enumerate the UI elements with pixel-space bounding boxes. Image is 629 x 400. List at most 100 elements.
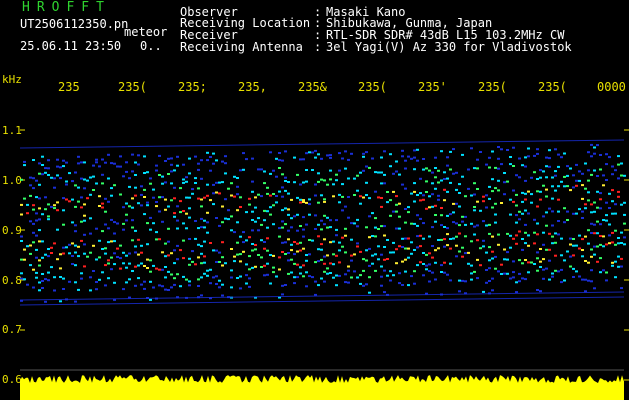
signal-pixel <box>374 226 377 229</box>
signal-pixel <box>554 174 557 177</box>
signal-pixel <box>65 198 68 201</box>
signal-pixel <box>137 163 140 166</box>
signal-pixel <box>347 216 350 219</box>
signal-pixel <box>215 283 218 285</box>
signal-pixel <box>467 187 470 190</box>
signal-pixel <box>80 220 83 223</box>
signal-pixel <box>89 232 92 235</box>
signal-pixel <box>149 280 152 283</box>
signal-pixel <box>266 226 269 229</box>
signal-pixel <box>521 212 524 215</box>
signal-pixel <box>332 195 335 198</box>
signal-pixel <box>47 218 50 221</box>
signal-pixel <box>338 152 341 155</box>
signal-pixel <box>200 294 203 297</box>
signal-pixel <box>416 159 419 162</box>
signal-pixel <box>35 234 38 237</box>
signal-pixel <box>575 212 578 215</box>
signal-pixel <box>113 252 116 255</box>
signal-pixel <box>437 247 440 250</box>
signal-pixel <box>287 208 290 211</box>
signal-pixel <box>98 205 101 207</box>
signal-pixel <box>302 247 305 250</box>
signal-pixel <box>566 250 569 253</box>
signal-pixel <box>509 163 512 166</box>
signal-pixel <box>20 258 23 261</box>
y-tick-0.7: 0.7 <box>2 323 22 336</box>
signal-pixel <box>404 187 407 190</box>
signal-pixel <box>491 277 494 280</box>
signal-pixel <box>143 213 146 216</box>
signal-pixel <box>509 234 512 237</box>
signal-pixel <box>398 227 401 230</box>
signal-pixel <box>137 277 140 280</box>
signal-pixel <box>413 222 416 225</box>
signal-pixel <box>281 209 284 212</box>
signal-pixel <box>422 168 425 171</box>
signal-pixel <box>542 277 545 280</box>
signal-pixel <box>200 205 203 208</box>
signal-pixel <box>248 277 251 280</box>
signal-pixel <box>35 179 38 182</box>
signal-pixel <box>452 221 455 224</box>
signal-pixel <box>584 203 587 206</box>
signal-pixel <box>524 242 527 245</box>
signal-pixel <box>227 209 230 212</box>
signal-pixel <box>305 180 308 183</box>
signal-pixel <box>392 210 395 213</box>
signal-pixel <box>449 168 452 171</box>
signal-pixel <box>29 194 32 197</box>
signal-pixel <box>488 259 491 262</box>
signal-pixel <box>263 219 266 222</box>
signal-pixel <box>197 168 200 171</box>
signal-pixel <box>197 187 200 190</box>
signal-pixel <box>269 213 272 216</box>
signal-pixel <box>578 275 581 278</box>
signal-pixel <box>89 251 92 254</box>
signal-pixel <box>605 271 608 274</box>
signal-pixel <box>53 242 56 245</box>
signal-pixel <box>47 215 50 218</box>
signal-pixel <box>347 281 350 284</box>
signal-pixel <box>569 265 572 268</box>
signal-pixel <box>341 245 344 248</box>
signal-pixel <box>515 234 518 237</box>
signal-pixel <box>434 187 437 190</box>
signal-pixel <box>170 252 173 255</box>
signal-pixel <box>512 276 515 279</box>
signal-pixel <box>113 232 116 235</box>
signal-pixel <box>530 201 533 204</box>
signal-pixel <box>356 189 359 192</box>
signal-pixel <box>320 228 323 231</box>
signal-pixel <box>41 213 44 216</box>
signal-pixel <box>548 232 551 235</box>
signal-pixel <box>308 151 311 154</box>
signal-pixel <box>479 209 482 212</box>
signal-pixel <box>515 281 518 284</box>
signal-pixel <box>524 209 527 212</box>
signal-pixel <box>533 242 536 245</box>
signal-pixel <box>545 188 548 191</box>
signal-pixel <box>314 214 317 217</box>
signal-pixel <box>254 265 257 268</box>
signal-pixel <box>182 178 185 181</box>
signal-pixel <box>32 241 35 244</box>
signal-pixel <box>104 223 107 226</box>
signal-pixel <box>272 204 275 207</box>
signal-pixel <box>134 186 137 189</box>
signal-pixel <box>440 238 443 241</box>
signal-pixel <box>263 209 266 212</box>
signal-pixel <box>56 209 59 212</box>
signal-pixel <box>182 210 185 212</box>
signal-pixel <box>572 186 575 189</box>
signal-pixel <box>548 259 551 262</box>
signal-pixel <box>599 271 602 274</box>
signal-pixel <box>590 155 593 158</box>
signal-pixel <box>221 221 224 224</box>
signal-pixel <box>563 175 566 178</box>
signal-pixel <box>530 193 533 196</box>
signal-pixel <box>122 206 125 209</box>
signal-pixel <box>488 223 491 226</box>
signal-pixel <box>500 202 503 204</box>
signal-pixel <box>512 237 515 240</box>
